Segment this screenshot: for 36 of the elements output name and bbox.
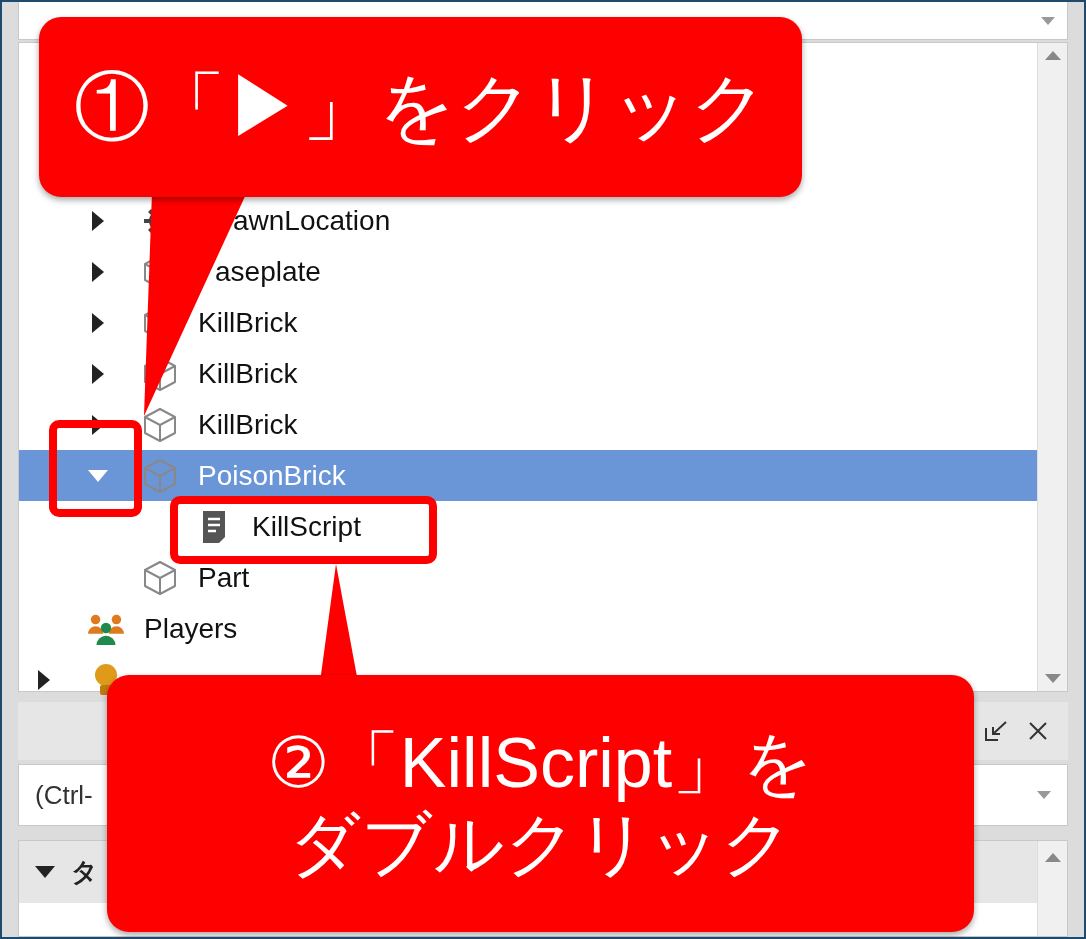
callout-text: ①「▶」をクリック — [73, 63, 768, 151]
filter-placeholder: (Ctrl- — [35, 778, 93, 812]
close-icon[interactable] — [1028, 721, 1048, 741]
expand-arrow[interactable] — [38, 669, 50, 690]
expand-arrow[interactable] — [92, 312, 104, 333]
expand-arrow[interactable] — [92, 363, 104, 384]
tree-item[interactable]: Players — [19, 603, 1037, 654]
cube-icon — [143, 406, 177, 443]
item-label: KillBrick — [198, 407, 298, 442]
cube-icon — [143, 559, 177, 596]
scrollbar[interactable] — [1037, 43, 1067, 691]
scroll-up-icon[interactable] — [1044, 853, 1061, 862]
tree-item[interactable]: KillScript — [19, 501, 1037, 552]
item-label: PoisonBrick — [198, 458, 346, 493]
item-label: KillScript — [252, 509, 361, 544]
expand-arrow[interactable] — [92, 261, 104, 282]
item-label: Part — [198, 560, 250, 595]
item-label: KillBrick — [198, 305, 298, 340]
collapse-arrow[interactable] — [88, 469, 108, 482]
callout-text: ダブルクリック — [288, 803, 793, 884]
section-title: タ — [71, 855, 98, 889]
item-label: KillBrick — [198, 356, 298, 391]
scroll-down-icon[interactable] — [1044, 674, 1061, 683]
collapse-icon[interactable] — [35, 866, 55, 878]
callout-text: ②「KillScript」を — [266, 723, 815, 804]
item-label: awnLocation — [233, 203, 391, 238]
dropdown-icon[interactable] — [1041, 16, 1055, 25]
expand-arrow[interactable] — [92, 210, 104, 231]
cube-icon — [143, 457, 177, 494]
scrollbar[interactable] — [1037, 841, 1067, 936]
item-label: aseplate — [215, 254, 321, 289]
dropdown-icon[interactable] — [1037, 791, 1051, 799]
undock-icon[interactable] — [984, 720, 1008, 742]
tree-item[interactable]: Part — [19, 552, 1037, 603]
scroll-up-icon[interactable] — [1044, 51, 1061, 60]
item-label: Players — [144, 611, 238, 646]
